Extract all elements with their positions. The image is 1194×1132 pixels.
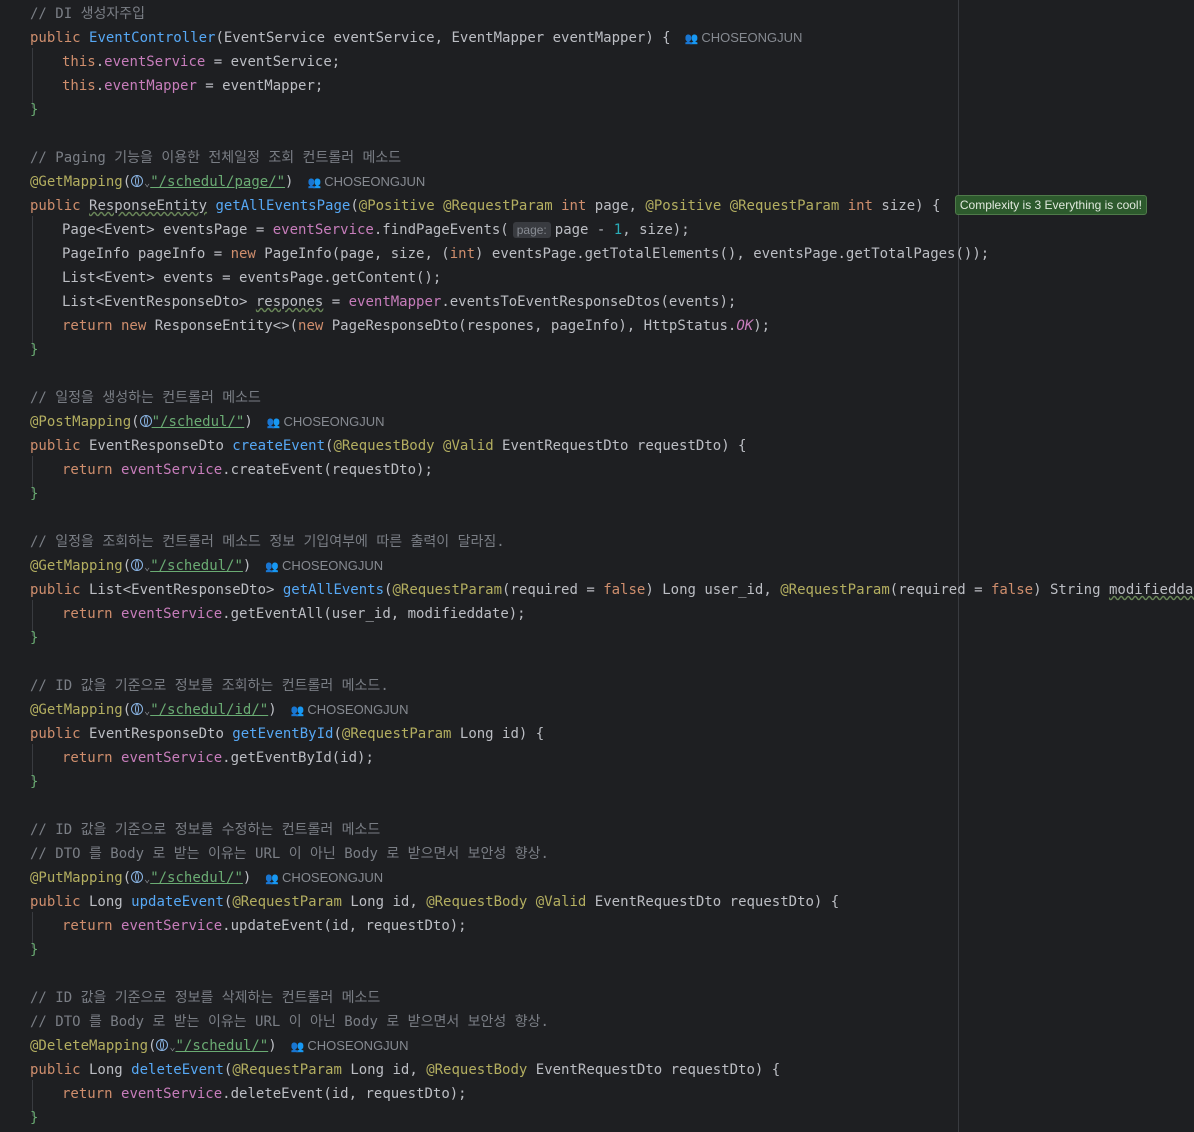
code-line[interactable]: }	[30, 482, 38, 506]
code-line[interactable]: }	[30, 1106, 38, 1130]
code-line[interactable]: return eventService.getEventAll(user_id,…	[30, 602, 526, 626]
code-line[interactable]: }	[30, 626, 38, 650]
code-line[interactable]: public EventResponseDto createEvent(@Req…	[30, 434, 747, 458]
complexity-badge[interactable]: Complexity is 3 Everything is cool!	[954, 195, 1147, 215]
globe-icon[interactable]	[131, 559, 144, 571]
comment: // 일정을 조회하는 컨트롤러 메소드 정보 기입여부에 따른 출력이 달라짐…	[30, 534, 505, 550]
comment: // Paging 기능을 이용한 전체일정 조회 컨트롤러 메소드	[30, 150, 402, 166]
code-line[interactable]: public EventResponseDto getEventById(@Re…	[30, 722, 544, 746]
code-line[interactable]: @GetMapping(⌄"/schedul/id/") 👥 CHOSEONGJUN	[30, 698, 408, 722]
author-hint[interactable]: 👥 CHOSEONGJUN	[265, 558, 383, 573]
people-icon: 👥	[290, 1041, 305, 1053]
globe-icon[interactable]	[131, 703, 144, 715]
url-string: "/schedul/page/"	[150, 174, 286, 190]
people-icon: 👥	[684, 33, 699, 45]
code-line[interactable]: }	[30, 338, 38, 362]
people-icon: 👥	[290, 705, 305, 717]
code-line[interactable]: // DTO 를 Body 로 받는 이유는 URL 이 아닌 Body 로 받…	[30, 842, 549, 866]
code-line[interactable]: List<Event> events = eventsPage.getConte…	[30, 266, 441, 290]
code-line[interactable]: PageInfo pageInfo = new PageInfo(page, s…	[30, 242, 989, 266]
code-line[interactable]: this.eventService = eventService;	[30, 50, 340, 74]
comment: // DTO 를 Body 로 받는 이유는 URL 이 아닌 Body 로 받…	[30, 1014, 549, 1030]
comment: // ID 값을 기준으로 정보를 수정하는 컨트롤러 메소드	[30, 822, 381, 838]
code-line[interactable]: // 일정을 조회하는 컨트롤러 메소드 정보 기입여부에 따른 출력이 달라짐…	[30, 530, 505, 554]
author-hint[interactable]: 👥 CHOSEONGJUN	[267, 414, 385, 429]
author-hint[interactable]: 👥 CHOSEONGJUN	[291, 1038, 409, 1053]
comment: // DTO 를 Body 로 받는 이유는 URL 이 아닌 Body 로 받…	[30, 846, 549, 862]
code-line[interactable]: @PostMapping("/schedul/") 👥 CHOSEONGJUN	[30, 410, 385, 434]
code-line[interactable]: // ID 값을 기준으로 정보를 수정하는 컨트롤러 메소드	[30, 818, 380, 842]
code-line[interactable]: return eventService.deleteEvent(id, requ…	[30, 1082, 467, 1106]
author-hint[interactable]: 👥 CHOSEONGJUN	[265, 870, 383, 885]
code-line[interactable]: Page<Event> eventsPage = eventService.fi…	[30, 218, 690, 242]
code-line[interactable]: @DeleteMapping(⌄"/schedul/") 👥 CHOSEONGJUN	[30, 1034, 408, 1058]
code-line[interactable]: // DI 생성자주입	[30, 2, 145, 26]
people-icon: 👥	[307, 177, 322, 189]
code-line[interactable]: // ID 값을 기준으로 정보를 조회하는 컨트롤러 메소드.	[30, 674, 389, 698]
url-string: "/schedul/"	[150, 558, 243, 574]
code-line[interactable]: public Long deleteEvent(@RequestParam Lo…	[30, 1058, 780, 1082]
code-editor[interactable]: // DI 생성자주입 public EventController(Event…	[0, 0, 1194, 1132]
code-line[interactable]: public List<EventResponseDto> getAllEven…	[30, 578, 1194, 602]
code-line[interactable]: return eventService.updateEvent(id, requ…	[30, 914, 467, 938]
code-line[interactable]: }	[30, 938, 38, 962]
right-margin-guide	[958, 0, 959, 1132]
url-string: "/schedul/"	[175, 1038, 269, 1054]
code-line[interactable]: this.eventMapper = eventMapper;	[30, 74, 323, 98]
code-line[interactable]: return new ResponseEntity<>(new PageResp…	[30, 314, 770, 338]
code-line[interactable]: public EventController(EventService even…	[30, 26, 802, 50]
code-line[interactable]: // Paging 기능을 이용한 전체일정 조회 컨트롤러 메소드	[30, 146, 401, 170]
parameter-hint: page:	[512, 222, 551, 238]
code-line[interactable]: // DTO 를 Body 로 받는 이유는 URL 이 아닌 Body 로 받…	[30, 1010, 549, 1034]
comment: // DI 생성자주입	[30, 6, 145, 22]
globe-icon[interactable]	[156, 1039, 169, 1051]
author-hint[interactable]: 👥 CHOSEONGJUN	[685, 30, 803, 45]
code-line[interactable]: }	[30, 98, 38, 122]
code-line[interactable]: @GetMapping(⌄"/schedul/") 👥 CHOSEONGJUN	[30, 554, 383, 578]
url-string: "/schedul/"	[151, 414, 245, 430]
comment: // ID 값을 기준으로 정보를 조회하는 컨트롤러 메소드.	[30, 678, 389, 694]
url-string: "/schedul/id/"	[150, 702, 269, 718]
code-line[interactable]: public Long updateEvent(@RequestParam Lo…	[30, 890, 839, 914]
people-icon: 👥	[265, 561, 280, 573]
url-string: "/schedul/"	[150, 870, 243, 886]
code-line[interactable]: public ResponseEntity getAllEventsPage(@…	[30, 194, 1147, 218]
globe-icon[interactable]	[131, 871, 144, 883]
code-line[interactable]: List<EventResponseDto> respones = eventM…	[30, 290, 736, 314]
comment: // ID 값을 기준으로 정보를 삭제하는 컨트롤러 메소드	[30, 990, 381, 1006]
code-line[interactable]: @GetMapping(⌄"/schedul/page/") 👥 CHOSEONGJ…	[30, 170, 425, 194]
code-line[interactable]: // 일정을 생성하는 컨트롤러 메소드	[30, 386, 261, 410]
code-line[interactable]: }	[30, 770, 38, 794]
comment: // 일정을 생성하는 컨트롤러 메소드	[30, 390, 261, 406]
code-line[interactable]: return eventService.getEventById(id);	[30, 746, 374, 770]
code-line[interactable]: @PutMapping(⌄"/schedul/") 👥 CHOSEONGJUN	[30, 866, 383, 890]
code-line[interactable]: // ID 값을 기준으로 정보를 삭제하는 컨트롤러 메소드	[30, 986, 380, 1010]
people-icon: 👥	[265, 873, 280, 885]
code-line[interactable]: return eventService.createEvent(requestD…	[30, 458, 433, 482]
author-hint[interactable]: 👥 CHOSEONGJUN	[291, 702, 409, 717]
globe-icon[interactable]	[131, 175, 144, 187]
globe-icon[interactable]	[139, 415, 152, 427]
people-icon: 👥	[266, 417, 281, 429]
author-hint[interactable]: 👥 CHOSEONGJUN	[307, 174, 425, 189]
